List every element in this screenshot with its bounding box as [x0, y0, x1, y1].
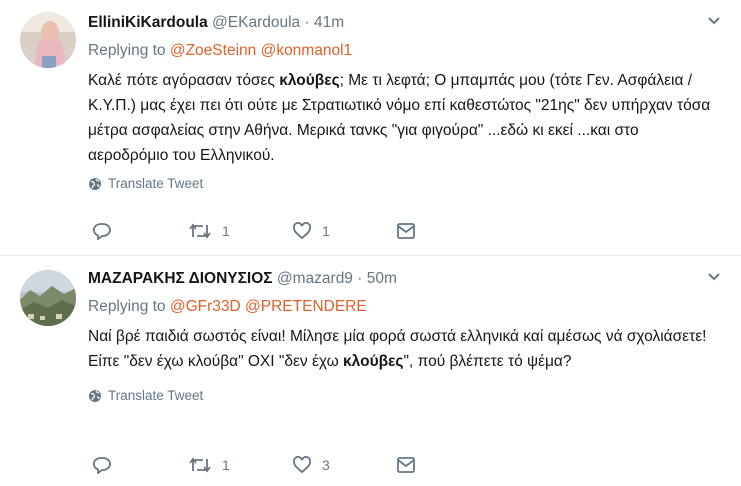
replying-label: Replying to [88, 42, 166, 59]
timestamp[interactable]: 50m [367, 270, 397, 287]
retweet-count: 1 [222, 457, 230, 473]
translate-tweet[interactable]: Translate Tweet [88, 388, 721, 403]
tweet-text: Ναί βρέ παιδιά σωστός είναι! Μίλησε μία … [88, 324, 721, 374]
tweet-text-part: ", πού βλέπετε τό ψέμα? [403, 353, 572, 370]
author-handle[interactable]: @EKardoula [212, 14, 300, 31]
direct-message-icon [396, 456, 416, 474]
like-count: 3 [322, 457, 330, 473]
retweet-button[interactable]: 1 [188, 456, 292, 474]
direct-message-button[interactable] [396, 222, 416, 240]
author-name[interactable]: ElliniKiKardoula [88, 14, 208, 31]
translate-label[interactable]: Translate Tweet [108, 176, 203, 191]
reply-icon [92, 222, 112, 240]
like-button[interactable]: 3 [292, 456, 396, 474]
retweet-count: 1 [222, 223, 230, 239]
translate-tweet[interactable]: Translate Tweet [88, 176, 721, 191]
header-separator: · [357, 270, 363, 287]
tweet-text-part: Καλέ πότε αγόρασαν τόσες [88, 72, 280, 89]
direct-message-button[interactable] [396, 456, 416, 474]
tweet-text: Καλέ πότε αγόρασαν τόσες κλούβες; Με τι … [88, 68, 721, 168]
timestamp[interactable]: 41m [314, 14, 344, 31]
like-icon [292, 456, 312, 474]
mention-link[interactable]: @PRETENDERE [245, 298, 367, 315]
chevron-down-icon[interactable] [707, 16, 721, 26]
tweet-text-bold: κλούβες [343, 353, 404, 370]
mention-link[interactable]: @konmanol1 [261, 42, 353, 59]
avatar[interactable] [20, 270, 76, 326]
direct-message-icon [396, 222, 416, 240]
replying-to: Replying to @ZoeSteinn @konmanol1 [88, 40, 721, 62]
globe-icon [88, 177, 102, 191]
mention-link[interactable]: @ZoeSteinn [170, 42, 256, 59]
retweet-icon [188, 222, 212, 240]
reply-button[interactable] [92, 456, 188, 474]
avatar[interactable] [20, 12, 76, 68]
header-separator: · [304, 14, 310, 31]
tweet-text-bold: κλούβες [279, 72, 340, 89]
translate-label[interactable]: Translate Tweet [108, 388, 203, 403]
mention-link[interactable]: @GFr33D [170, 298, 241, 315]
tweet[interactable]: ElliniKiKardoula @EKardoula · 41m Replyi… [0, 0, 741, 256]
author-handle[interactable]: @mazard9 [277, 270, 353, 287]
reply-button[interactable] [92, 222, 188, 240]
tweet-actions: 1 1 [92, 222, 416, 240]
replying-label: Replying to [88, 298, 166, 315]
retweet-icon [188, 456, 212, 474]
globe-icon [88, 389, 102, 403]
like-count: 1 [322, 223, 330, 239]
like-icon [292, 222, 312, 240]
tweet[interactable]: ΜΑΖΑΡΑΚΗΣ ΔΙΟΝΥΣΙΟΣ @mazard9 · 50m Reply… [0, 256, 741, 486]
author-name[interactable]: ΜΑΖΑΡΑΚΗΣ ΔΙΟΝΥΣΙΟΣ [88, 270, 273, 287]
chevron-down-icon[interactable] [707, 272, 721, 282]
like-button[interactable]: 1 [292, 222, 396, 240]
tweet-actions: 1 3 [92, 456, 416, 474]
reply-icon [92, 456, 112, 474]
replying-to: Replying to @GFr33D @PRETENDERE [88, 296, 721, 318]
retweet-button[interactable]: 1 [188, 222, 292, 240]
